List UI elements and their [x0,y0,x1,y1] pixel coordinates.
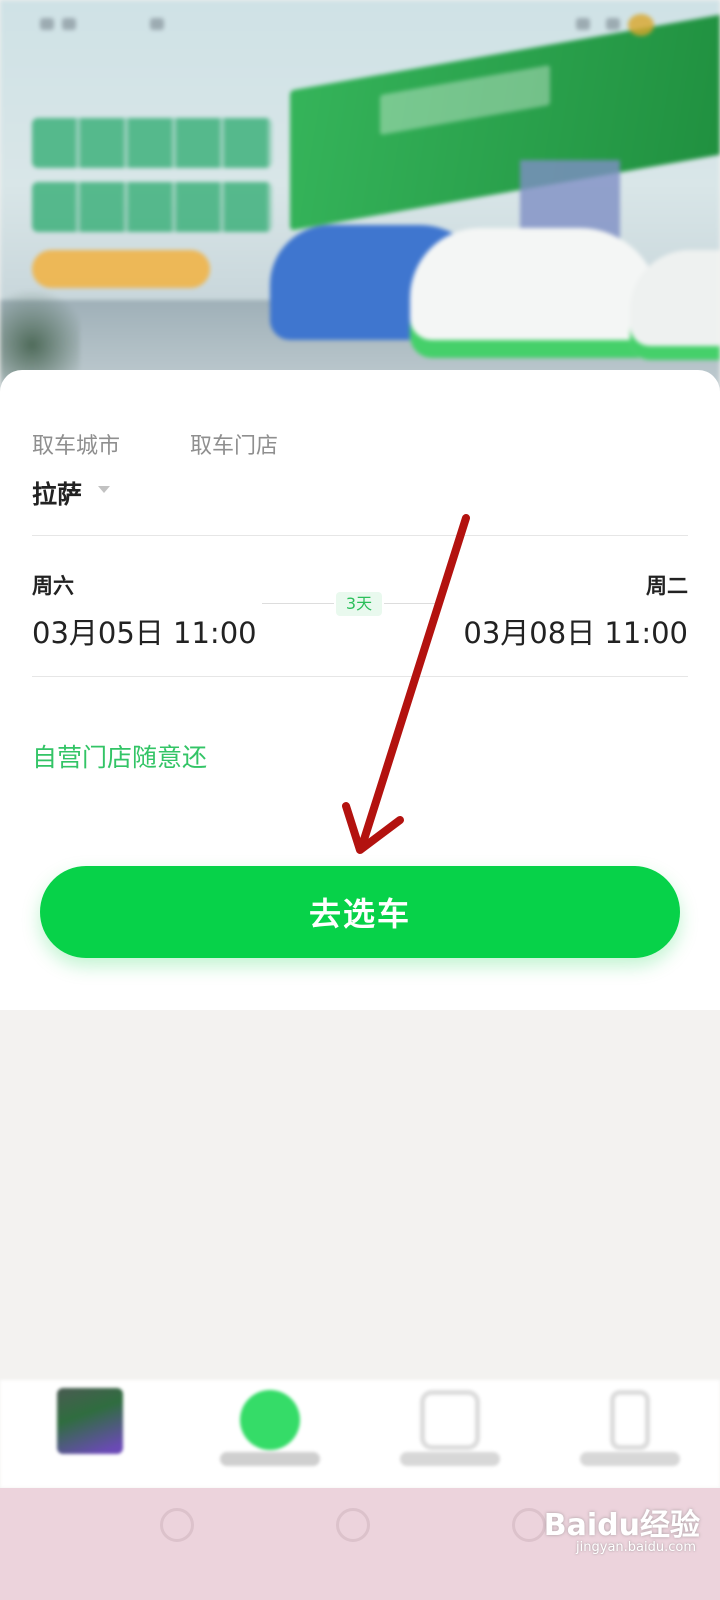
pickup-city-label: 取车城市 [32,434,121,459]
pickup-datetime[interactable]: 03月05日 11:00 [32,610,257,652]
signal-icon [40,18,54,30]
rental-duration-badge: 3天 [336,592,382,616]
watermark: Baidu经验 jingyan.baidu.com [544,1500,700,1570]
return-datetime[interactable]: 03月08日 11:00 [463,610,688,652]
booking-card: 取车城市 取车门店 拉萨 周六 03月05日 11:00 3天 周二 03月08… [0,370,720,1010]
home-icon[interactable] [336,1508,370,1542]
promo-badge-icon [628,14,654,36]
status-bar [40,12,680,36]
promo-headline-2 [32,182,272,232]
battery-icon [576,18,590,30]
pickup-city-selector[interactable]: 拉萨 [32,475,82,511]
promo-headline-1 [32,118,272,168]
tab-label [580,1452,680,1466]
notification-icon [150,18,164,30]
tab-orders[interactable] [360,1380,540,1488]
pickup-store-selector[interactable]: 取车门店 [190,428,278,460]
profile-tab-icon [610,1390,650,1450]
clock-icon [606,18,620,30]
duration-line-left [262,603,334,604]
watermark-logo: Baidu经验 [543,1508,700,1543]
store-sign [290,9,720,231]
divider [32,676,688,677]
orders-tab-icon [420,1390,480,1450]
tab-label [400,1452,500,1466]
rent-tab-icon [240,1390,300,1450]
tab-rent[interactable] [180,1380,360,1488]
return-policy-note: 自营门店随意还 [32,743,208,772]
tab-label [220,1452,320,1466]
duration-line-right [384,603,438,604]
home-tab-icon [57,1388,123,1454]
return-weekday: 周二 [646,574,688,598]
choose-car-button[interactable]: 去选车 [40,866,680,958]
tab-profile[interactable] [540,1380,720,1488]
tab-home[interactable] [0,1380,180,1488]
recent-apps-icon[interactable] [160,1508,194,1542]
bottom-tab-bar [0,1380,720,1488]
divider [32,535,688,536]
wifi-icon [62,18,76,30]
pickup-weekday: 周六 [32,574,74,598]
chevron-down-icon [98,486,110,493]
white-car-illustration [410,228,660,358]
promo-banner[interactable] [0,0,720,410]
back-icon[interactable] [512,1508,546,1542]
watermark-url: jingyan.baidu.com [576,1540,696,1555]
